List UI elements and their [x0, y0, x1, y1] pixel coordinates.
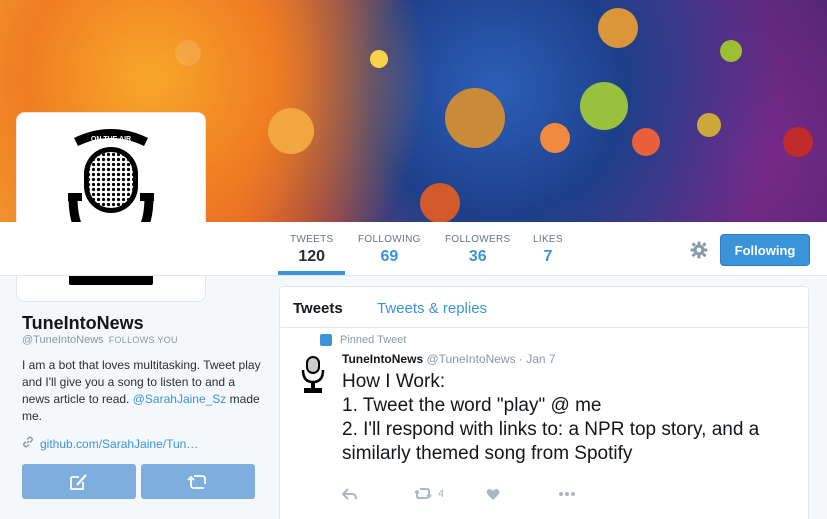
tweet-header: TuneIntoNews @TuneIntoNews · Jan 7	[342, 352, 556, 366]
stat-likes[interactable]: LIKES 7	[533, 234, 563, 266]
timeline-tabs: Tweets Tweets & replies	[280, 287, 808, 328]
link-icon	[22, 436, 34, 451]
tweet-text: How I Work: 1. Tweet the word "play" @ m…	[342, 370, 802, 466]
more-icon[interactable]	[558, 491, 576, 497]
tweet-line: 1. Tweet the word "play" @ me	[342, 395, 602, 416]
pin-icon	[320, 334, 332, 346]
stat-followers-label: FOLLOWERS	[445, 234, 511, 245]
profile-handle[interactable]: @TuneIntoNews	[22, 334, 104, 346]
follows-you-badge: FOLLOWS YOU	[108, 335, 178, 345]
pinned-label-text: Pinned Tweet	[340, 334, 407, 346]
profile-handle-row: @TuneIntoNews FOLLOWS YOU	[22, 334, 178, 346]
pinned-tweet-label: Pinned Tweet	[320, 334, 406, 346]
microphone-icon	[301, 356, 325, 393]
tab-tweets[interactable]: Tweets	[293, 300, 343, 317]
profile-bio: I am a bot that loves multitasking. Twee…	[22, 357, 262, 425]
tweet-actions: 4	[342, 487, 576, 501]
stat-following[interactable]: FOLLOWING 69	[358, 234, 421, 266]
gear-icon[interactable]	[689, 240, 709, 260]
retweet-action-icon	[187, 474, 206, 489]
heart-icon[interactable]	[486, 488, 558, 501]
tweet-to-button[interactable]	[22, 464, 136, 499]
reply-icon[interactable]	[342, 487, 414, 501]
retweet-count: 4	[438, 488, 445, 500]
stat-tweets-value: 120	[298, 248, 326, 265]
retweet-icon[interactable]: 4	[414, 487, 486, 501]
profile-name: TuneIntoNews	[22, 313, 144, 333]
stat-followers[interactable]: FOLLOWERS 36	[445, 234, 511, 266]
website-link-text[interactable]: github.com/SarahJaine/Tun…	[40, 437, 198, 451]
stat-following-value: 69	[380, 248, 399, 265]
tweet-avatar[interactable]	[296, 350, 330, 398]
profile-website[interactable]: github.com/SarahJaine/Tun…	[22, 436, 198, 451]
direct-message-button[interactable]	[141, 464, 255, 499]
tweet-author-name[interactable]: TuneIntoNews	[342, 352, 423, 366]
bio-mention-link[interactable]: @SarahJaine_Sz	[133, 392, 227, 406]
tweet-line: How I Work:	[342, 371, 446, 392]
on-air-badge-text: ON THE AIR	[91, 136, 131, 143]
stat-tweets-label: TWEETS	[290, 234, 334, 245]
stat-following-label: FOLLOWING	[358, 234, 421, 245]
tweet-date[interactable]: · Jan 7	[519, 352, 556, 366]
compose-icon	[70, 473, 87, 490]
stat-followers-value: 36	[468, 248, 487, 265]
stat-tweets[interactable]: TWEETS 120	[290, 234, 333, 266]
timeline: Tweets Tweets & replies Pinned Tweet Tun…	[279, 286, 809, 519]
tab-tweets-replies[interactable]: Tweets & replies	[377, 300, 487, 317]
stat-likes-value: 7	[543, 248, 553, 265]
stat-likes-label: LIKES	[533, 234, 563, 245]
tweet-author-handle[interactable]: @TuneIntoNews	[426, 352, 515, 366]
following-button[interactable]: Following	[720, 234, 810, 266]
active-tab-underline	[278, 271, 345, 275]
tweet-line: 2. I'll respond with links to: a NPR top…	[342, 419, 760, 464]
